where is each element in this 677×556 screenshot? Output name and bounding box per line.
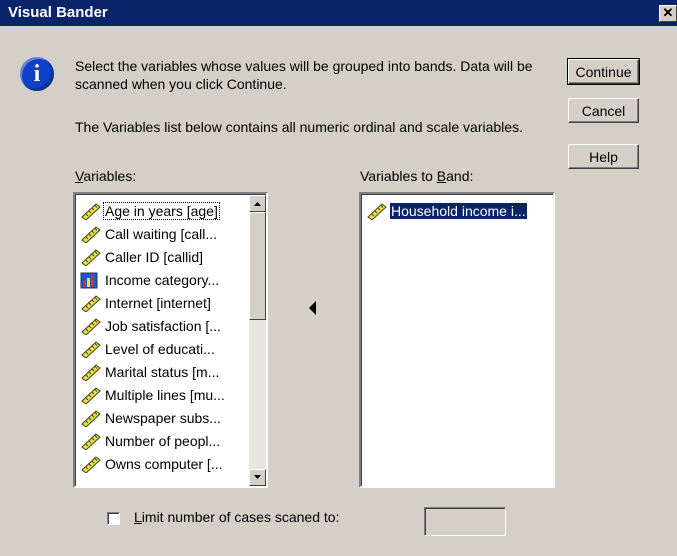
title-bar: Visual Bander ✕ xyxy=(0,0,677,26)
scale-ruler-icon xyxy=(80,248,102,267)
list-item-label: Income category... xyxy=(105,272,220,289)
chevron-up-icon xyxy=(254,202,261,206)
ordinal-bars-icon xyxy=(80,271,102,289)
list-item-label: Number of peopl... xyxy=(105,433,221,450)
scroll-thumb[interactable] xyxy=(249,212,266,320)
window-title: Visual Bander xyxy=(8,4,108,21)
move-left-arrow-icon[interactable] xyxy=(309,301,316,315)
list-item[interactable]: Internet [internet] xyxy=(80,291,212,313)
list-item-label: Age in years [age] xyxy=(103,202,220,221)
list-item[interactable]: Number of peopl... xyxy=(80,429,221,451)
variables-note-text: The Variables list below contains all nu… xyxy=(75,119,523,135)
list-item[interactable]: Newspaper subs... xyxy=(80,406,222,428)
variables-scrollbar[interactable] xyxy=(249,195,266,486)
list-item[interactable]: Owns computer [... xyxy=(80,452,223,474)
list-item[interactable]: Income category... xyxy=(80,268,220,290)
scale-ruler-icon xyxy=(80,340,102,359)
scroll-up-button[interactable] xyxy=(249,195,266,212)
scale-ruler-icon xyxy=(80,455,102,474)
list-item[interactable]: Age in years [age] xyxy=(80,199,220,221)
list-item[interactable]: Level of educati... xyxy=(80,337,216,359)
list-item[interactable]: Job satisfaction [... xyxy=(80,314,222,336)
scale-ruler-icon xyxy=(80,225,102,244)
scale-ruler-icon xyxy=(80,294,102,313)
list-item-label: Newspaper subs... xyxy=(105,410,221,427)
variables-to-band-label: Variables to Band: xyxy=(360,168,474,184)
list-item-label: Multiple lines [mu... xyxy=(105,387,225,404)
list-item-label: Level of educati... xyxy=(105,341,215,358)
info-icon: i xyxy=(20,57,54,91)
continue-button[interactable]: Continue xyxy=(567,58,640,85)
list-item-label: Job satisfaction [... xyxy=(105,318,221,335)
limit-cases-input[interactable] xyxy=(424,507,506,536)
close-icon[interactable]: ✕ xyxy=(659,5,677,22)
list-item[interactable]: Call waiting [call... xyxy=(80,222,218,244)
list-item-label: Internet [internet] xyxy=(105,295,211,312)
limit-cases-checkbox[interactable] xyxy=(107,512,120,525)
list-item[interactable]: Multiple lines [mu... xyxy=(80,383,226,405)
scale-ruler-icon xyxy=(366,202,388,221)
scale-ruler-icon xyxy=(80,317,102,336)
scale-ruler-icon xyxy=(80,386,102,405)
list-item[interactable]: Caller ID [callid] xyxy=(80,245,204,267)
scroll-down-button[interactable] xyxy=(249,469,266,486)
list-item-label: Owns computer [... xyxy=(105,456,223,473)
scale-ruler-icon xyxy=(80,432,102,451)
instruction-text: Select the variables whose values will b… xyxy=(75,58,533,92)
cancel-button[interactable]: Cancel xyxy=(568,98,639,123)
list-item[interactable]: Household income i... xyxy=(366,199,528,221)
list-item-label: Marital status [m... xyxy=(105,364,220,381)
scale-ruler-icon xyxy=(80,363,102,382)
variables-label: Variables: xyxy=(75,168,137,184)
help-button[interactable]: Help xyxy=(568,144,639,169)
list-item-label: Call waiting [call... xyxy=(105,226,218,243)
variables-list[interactable]: Age in years [age] Call waiting [call... C… xyxy=(73,192,268,488)
variables-to-band-list[interactable]: Household income i... xyxy=(359,192,555,488)
scale-ruler-icon xyxy=(80,202,102,221)
chevron-down-icon xyxy=(254,475,261,479)
list-item-label: Caller ID [callid] xyxy=(105,249,204,266)
limit-cases-label: Limit number of cases scaned to: xyxy=(134,509,340,525)
list-item-label: Household income i... xyxy=(389,202,528,221)
scale-ruler-icon xyxy=(80,409,102,428)
list-item[interactable]: Marital status [m... xyxy=(80,360,220,382)
